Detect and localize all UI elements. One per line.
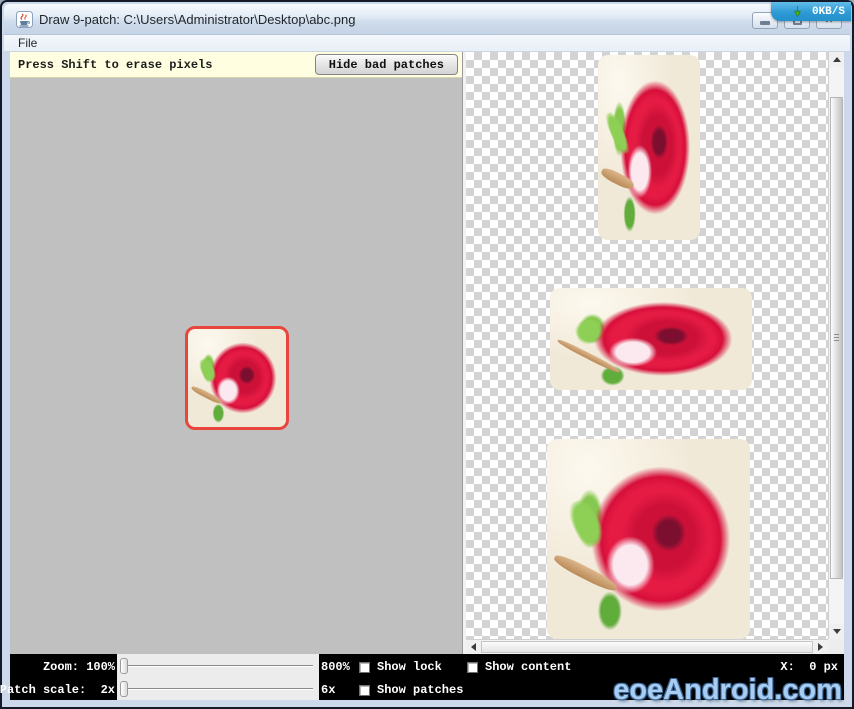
- patch-scale-slider-track[interactable]: [126, 688, 313, 690]
- both-stretch-preview: [547, 439, 750, 639]
- zoom-slider[interactable]: [120, 658, 313, 674]
- show-patches-label: Show patches: [377, 683, 463, 697]
- minimize-icon: [760, 21, 770, 25]
- checkbox-icon[interactable]: [359, 662, 370, 673]
- download-speed-badge[interactable]: 0KB/S: [771, 2, 851, 21]
- titlebar[interactable]: Draw 9-patch: C:\Users\Administrator\Des…: [4, 4, 850, 35]
- checkbox-icon[interactable]: [359, 685, 370, 696]
- download-speed-text: 0KB/S: [812, 6, 845, 18]
- arrow-left-icon: [471, 643, 476, 651]
- scroll-left-button[interactable]: [466, 640, 481, 654]
- patch-scale-value: 2x: [101, 683, 115, 697]
- patch-scale-slider-thumb[interactable]: [120, 681, 128, 697]
- arrow-up-icon: [833, 57, 841, 62]
- slider-labels: Zoom: 100% Patch scale: 2x: [10, 654, 117, 700]
- show-lock-label: Show lock: [377, 660, 442, 674]
- horizontal-stretch-preview: [550, 288, 752, 390]
- scroll-right-button[interactable]: [813, 640, 828, 654]
- scrollbar-grip-icon: [834, 334, 839, 342]
- vertical-scrollbar[interactable]: [828, 52, 844, 639]
- slider-panel: [117, 654, 319, 700]
- window-frame: Draw 9-patch: C:\Users\Administrator\Des…: [0, 0, 854, 709]
- arrow-down-icon: [833, 629, 841, 634]
- editor-canvas[interactable]: [10, 78, 462, 654]
- status-bar: Zoom: 100% Patch scale: 2x 800% 6x: [10, 654, 844, 700]
- scroll-down-button[interactable]: [829, 624, 844, 639]
- zoom-slider-track[interactable]: [126, 665, 313, 667]
- horizontal-scrollbar-thumb[interactable]: [481, 641, 813, 653]
- zoom-value: 100%: [86, 660, 115, 674]
- cursor-coordinates: X: 0 px: [780, 660, 838, 674]
- show-content-label: Show content: [485, 660, 571, 674]
- arrow-right-icon: [818, 643, 823, 651]
- hint-bar: Press Shift to erase pixels Hide bad pat…: [10, 52, 462, 78]
- patch-scale-max-label: 6x: [321, 683, 335, 697]
- patch-scale-label: Patch scale: 2x: [0, 683, 115, 697]
- show-content-checkbox[interactable]: Show content: [467, 660, 571, 674]
- preview-pane: [466, 52, 844, 654]
- zoom-slider-thumb[interactable]: [120, 658, 128, 674]
- zoom-max-label: 800%: [321, 660, 350, 674]
- menubar: File: [4, 35, 850, 52]
- menu-file[interactable]: File: [16, 36, 39, 50]
- editor-pane: Press Shift to erase pixels Hide bad pat…: [10, 52, 462, 654]
- window-title: Draw 9-patch: C:\Users\Administrator\Des…: [39, 12, 355, 27]
- java-coffee-cup-icon: [16, 11, 33, 28]
- scrollbar-corner: [828, 639, 844, 654]
- hide-bad-patches-button[interactable]: Hide bad patches: [315, 54, 458, 75]
- patch-scale-slider[interactable]: [120, 681, 313, 697]
- main-area: Press Shift to erase pixels Hide bad pat…: [10, 52, 844, 700]
- preview-transparency-background: [466, 52, 828, 639]
- cursor-x-value: 0 px: [809, 660, 838, 674]
- vertical-stretch-preview: [598, 55, 700, 240]
- draw9patch-window: Draw 9-patch: C:\Users\Administrator\Des…: [0, 0, 854, 709]
- eoeandroid-watermark: eoeAndroid.com: [613, 674, 842, 707]
- hint-text: Press Shift to erase pixels: [18, 58, 315, 72]
- checkbox-icon[interactable]: [467, 662, 478, 673]
- zoom-label: Zoom: 100%: [43, 660, 115, 674]
- show-patches-checkbox[interactable]: Show patches: [359, 683, 463, 697]
- show-lock-checkbox[interactable]: Show lock: [359, 660, 442, 674]
- vertical-scrollbar-thumb[interactable]: [830, 97, 843, 579]
- green-download-arrow-icon: [791, 5, 804, 18]
- scroll-up-button[interactable]: [829, 52, 844, 67]
- rose-9patch-image[interactable]: [185, 326, 289, 430]
- horizontal-scrollbar[interactable]: [466, 639, 828, 654]
